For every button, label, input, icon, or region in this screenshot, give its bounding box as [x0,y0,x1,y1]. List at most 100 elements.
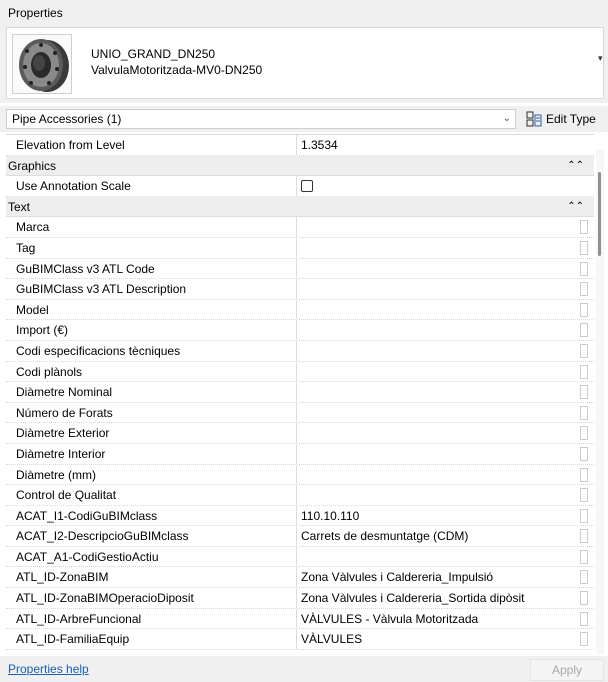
property-row[interactable]: GuBIMClass v3 ATL Description [6,279,594,300]
property-value[interactable] [296,382,594,402]
property-row[interactable]: ACAT_A1-CodiGestioActiu [6,546,594,568]
group-title: Text [8,199,31,214]
property-name: Codi plànols [16,364,83,379]
panel-title: Properties [0,0,608,24]
property-value[interactable] [296,443,594,464]
property-value[interactable] [296,258,594,279]
associate-parameter-button[interactable] [580,302,588,317]
associate-parameter-button[interactable] [580,385,588,400]
property-name: ACAT_I2-DescripcioGuBIMclass [16,529,189,544]
property-value[interactable]: VÀLVULES [296,629,594,649]
property-name: Codi especificacions tècniques [16,343,181,358]
collapse-icon[interactable]: ⌃⌃ [567,156,584,176]
apply-button[interactable]: Apply [530,659,604,681]
associate-parameter-button[interactable] [580,446,588,461]
property-name: ATL_ID-FamiliaEquip [16,632,130,647]
property-value[interactable] [296,423,594,443]
property-row[interactable]: ATL_ID-ArbreFuncional VÀLVULES - Vàlvula … [6,608,594,630]
property-name: Marca [16,220,50,235]
property-value[interactable] [296,485,594,505]
selection-filter-dropdown[interactable]: Pipe Accessories (1) ⌄ [6,109,516,129]
property-value[interactable] [296,217,594,237]
associate-parameter-button[interactable] [580,405,588,420]
associate-parameter-button[interactable] [580,426,588,441]
property-name: Elevation from Level [16,138,125,152]
property-row[interactable]: ACAT_I1-CodiGuBIMclass 110.10.110 [6,505,594,527]
associate-parameter-button[interactable] [580,632,588,647]
vertical-scrollbar[interactable] [596,150,604,654]
property-row[interactable]: Diàmetre Interior [6,443,594,465]
group-text[interactable]: Text ⌃⌃ [6,196,594,218]
chevron-down-icon[interactable]: ⌄ [503,113,511,124]
property-row[interactable]: GuBIMClass v3 ATL Code [6,258,594,280]
property-row[interactable]: Codi plànols [6,361,594,383]
property-value[interactable] [296,299,594,320]
property-row[interactable]: Diàmetre Exterior [6,423,594,444]
associate-parameter-button[interactable] [580,508,588,523]
property-value[interactable]: Zona Vàlvules i Caldereria_Impulsió [296,567,594,588]
property-name: Control de Qualitat [16,488,117,503]
property-value[interactable] [296,464,594,485]
property-name: ACAT_I1-CodiGuBIMclass [16,508,158,523]
associate-parameter-button[interactable] [580,220,588,235]
property-value[interactable] [296,320,594,340]
associate-parameter-button[interactable] [580,343,588,358]
property-name: ATL_ID-ZonaBIMOperacioDiposit [16,591,194,606]
property-value[interactable]: 1.3534 [296,135,594,155]
associate-parameter-button[interactable] [580,549,588,564]
property-value[interactable]: 110.10.110 [296,505,594,526]
associate-parameter-button[interactable] [580,611,588,626]
associate-parameter-button[interactable] [580,488,588,503]
edit-type-button[interactable]: Edit Type [526,109,596,129]
property-value[interactable]: Zona Vàlvules i Caldereria_Sortida dipòs… [296,588,594,608]
associate-parameter-button[interactable] [580,364,588,379]
property-value[interactable]: Carrets de desmuntatge (CDM) [296,526,594,546]
associate-parameter-button[interactable] [580,261,588,276]
property-row[interactable]: Tag [6,237,594,259]
type-selector[interactable]: UNIO_GRAND_DN250 ValvulaMotoritzada-MV0-… [0,24,608,103]
associate-parameter-button[interactable] [580,323,588,338]
property-row[interactable]: Número de Forats [6,402,594,424]
property-value[interactable] [296,279,594,299]
use-annotation-scale-checkbox[interactable] [301,180,313,193]
property-row[interactable]: Codi especificacions tècniques [6,340,594,362]
associate-parameter-button[interactable] [580,467,588,482]
property-value[interactable] [296,402,594,423]
property-row[interactable]: Model [6,299,594,321]
associate-parameter-button[interactable] [580,282,588,297]
property-name: GuBIMClass v3 ATL Code [16,261,155,276]
property-value[interactable]: VÀLVULES - Vàlvula Motoritzada [296,608,594,629]
property-row[interactable]: Use Annotation Scale [6,176,594,197]
property-name: Tag [16,240,36,255]
dropdown-arrow-icon[interactable]: ▾ [598,53,608,63]
property-value[interactable] [296,546,594,567]
property-row[interactable]: ATL_ID-ZonaBIMOperacioDiposit Zona Vàlvul… [6,588,594,609]
group-graphics[interactable]: Graphics ⌃⌃ [6,155,594,177]
properties-help-link[interactable]: Properties help [8,662,89,676]
type-name: UNIO_GRAND_DN250 ValvulaMotoritzada-MV0-… [91,46,262,78]
property-row[interactable]: ATL_ID-ZonaBIM Zona Vàlvules i Caldereria… [6,567,594,589]
property-row[interactable]: Control de Qualitat [6,485,594,506]
property-row[interactable]: Diàmetre (mm) [6,464,594,486]
property-value[interactable] [296,237,594,258]
property-value[interactable] [296,361,594,382]
property-row[interactable]: Import (€) [6,320,594,341]
type-selector-box[interactable]: UNIO_GRAND_DN250 ValvulaMotoritzada-MV0-… [6,27,604,99]
property-row[interactable]: Marca [6,217,594,238]
property-value[interactable] [296,340,594,361]
associate-parameter-button[interactable] [580,570,588,585]
associate-parameter-button[interactable] [580,240,588,255]
scrollbar-thumb[interactable] [598,172,601,256]
property-name: Número de Forats [16,405,113,420]
edit-type-icon [526,111,542,127]
associate-parameter-button[interactable] [580,529,588,544]
collapse-icon[interactable]: ⌃⌃ [567,197,584,217]
properties-grid: Elevation from Level 1.3534 Graphics ⌃⌃ … [6,134,594,654]
property-row[interactable]: ACAT_I2-DescripcioGuBIMclass Carrets de d… [6,526,594,547]
edit-type-label: Edit Type [546,112,596,126]
property-row[interactable]: Elevation from Level 1.3534 [6,135,594,156]
property-row[interactable]: ATL_ID-FamiliaEquip VÀLVULES [6,629,594,650]
associate-parameter-button[interactable] [580,591,588,606]
family-name: UNIO_GRAND_DN250 [91,47,216,61]
property-row[interactable]: Diàmetre Nominal [6,382,594,403]
